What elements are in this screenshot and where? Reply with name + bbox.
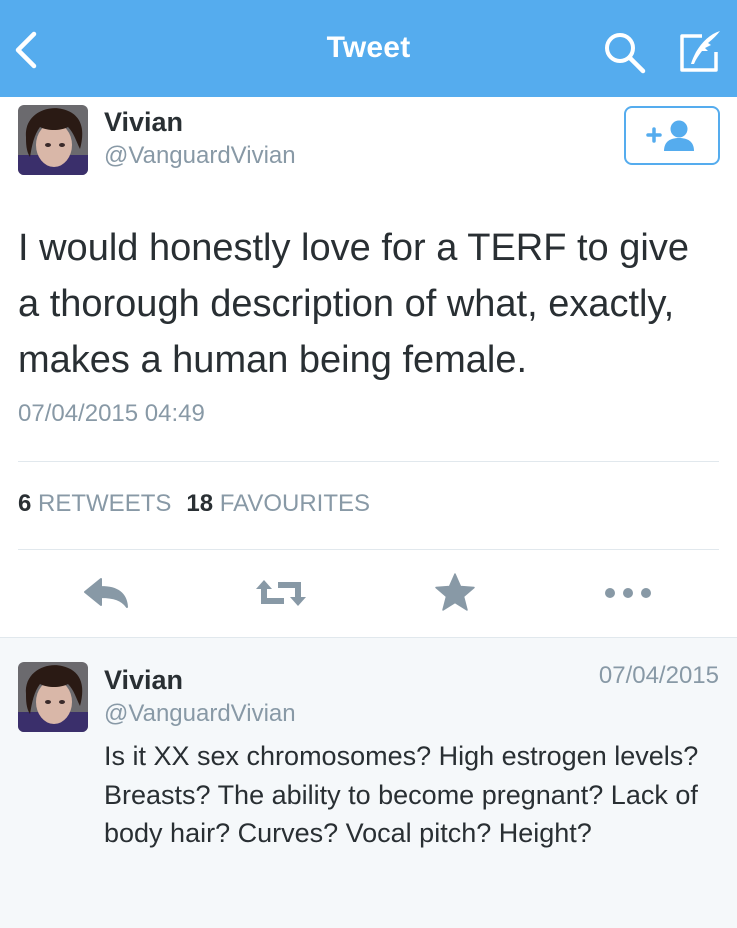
follow-button[interactable]: [624, 106, 720, 165]
top-bar: Tweet: [0, 0, 737, 97]
more-icon[interactable]: [603, 570, 653, 616]
star-icon[interactable]: [432, 570, 482, 616]
retweet-icon[interactable]: [254, 570, 306, 616]
reply-date: 07/04/2015: [598, 662, 719, 689]
retweets-label: RETWEETS: [38, 490, 172, 517]
tweet-timestamp: 07/04/2015 04:49: [18, 400, 205, 427]
author-name[interactable]: Vivian: [104, 107, 183, 138]
favourites-count: 18: [186, 490, 214, 517]
add-user-icon: [646, 120, 694, 151]
retweets-stat[interactable]: 6 RETWEETS: [18, 490, 171, 517]
reply-author-name[interactable]: Vivian: [104, 665, 183, 696]
divider: [18, 549, 719, 550]
reply-text: Is it XX sex chromosomes? High estrogen …: [104, 741, 699, 848]
compose-icon[interactable]: [674, 28, 724, 76]
favourites-label: FAVOURITES: [219, 490, 370, 517]
author-handle[interactable]: @VanguardVivian: [104, 142, 296, 170]
avatar[interactable]: [18, 105, 88, 175]
reply-icon[interactable]: [81, 570, 131, 616]
tweet-text: I would honestly love for a TERF to give…: [18, 227, 689, 381]
reply-author-handle[interactable]: @VanguardVivian: [104, 700, 296, 728]
divider: [18, 461, 719, 462]
search-icon[interactable]: [600, 28, 648, 76]
reply-avatar[interactable]: [18, 662, 88, 732]
retweets-count: 6: [18, 490, 32, 517]
tweet-stats: 6 RETWEETS 18 FAVOURITES: [18, 490, 370, 518]
favourites-stat[interactable]: 18 FAVOURITES: [186, 490, 370, 517]
